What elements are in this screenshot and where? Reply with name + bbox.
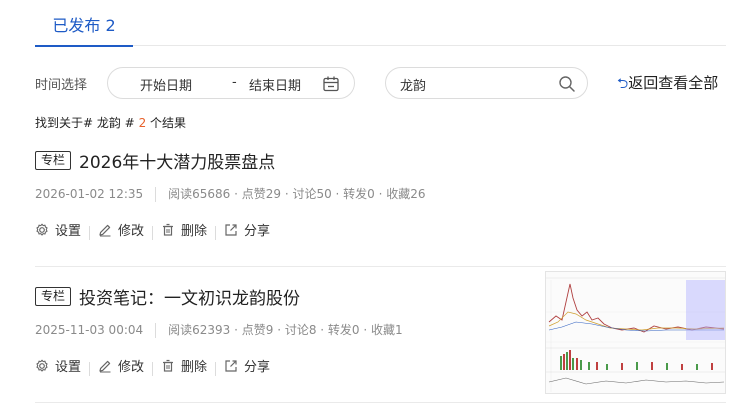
search-input[interactable]: 龙韵 [385, 67, 588, 99]
edit-button[interactable]: 修改 [98, 356, 144, 375]
result-summary: 找到关于# 龙韵 # 2 个结果 [35, 114, 186, 131]
time-filter-label: 时间选择 [35, 78, 88, 93]
delete-button[interactable]: 删除 [161, 356, 207, 375]
search-query[interactable]: 龙韵 [400, 75, 426, 94]
tab-active-indicator [35, 45, 133, 47]
trash-icon [163, 359, 174, 372]
return-arrow-icon: ⮌ [617, 76, 629, 92]
list-bottom-divider [35, 402, 726, 403]
result-summary-prefix: 找到关于# 龙韵 # [35, 116, 135, 130]
trash-icon [163, 223, 174, 236]
delete-label: 删除 [181, 224, 208, 239]
delete-button[interactable]: 删除 [161, 220, 207, 239]
meta-divider [155, 323, 157, 338]
date-range-picker[interactable]: 开始日期 - 结束日期 [107, 67, 355, 99]
post-date: 2025-11-03 00:04 [35, 323, 144, 337]
edit-button[interactable]: 修改 [98, 220, 144, 239]
share-label: 分享 [244, 224, 271, 239]
gear-icon [36, 359, 48, 372]
post-meta: 2025-11-03 00:04 阅读62393 · 点赞9 · 讨论8 · 转发… [35, 321, 403, 338]
action-divider [89, 226, 91, 240]
gear-icon [36, 223, 48, 236]
column-tag: 专栏 [35, 287, 72, 306]
post-divider [35, 266, 726, 267]
action-divider [215, 226, 217, 240]
share-button[interactable]: 分享 [224, 220, 270, 239]
post-actions: 设置 修改 删除 分享 [35, 220, 270, 241]
end-date-field[interactable]: 结束日期 [249, 75, 301, 94]
pencil-icon [99, 360, 111, 372]
edit-label: 修改 [118, 360, 145, 375]
post-meta: 2026-01-02 12:35 阅读65686 · 点赞29 · 讨论50 · … [35, 185, 426, 202]
back-to-all-link[interactable]: ⮌返回查看全部 [617, 72, 718, 97]
post-item: 专栏 2026年十大潜力股票盘点 2026-01-02 12:35 阅读65686 … [35, 148, 726, 258]
settings-label: 设置 [55, 224, 82, 239]
share-button[interactable]: 分享 [224, 356, 270, 375]
action-divider [89, 362, 91, 376]
result-summary-suffix: 个结果 [150, 116, 187, 130]
action-divider [215, 362, 217, 376]
delete-label: 删除 [181, 360, 208, 375]
share-label: 分享 [244, 360, 271, 375]
meta-divider [155, 187, 157, 202]
post-title-row: 专栏 投资笔记：一文初识龙韵股份 [35, 284, 300, 309]
action-divider [152, 362, 154, 376]
post-thumbnail[interactable] [545, 271, 726, 394]
action-divider [152, 226, 154, 240]
date-separator: - [232, 75, 237, 90]
column-tag: 专栏 [35, 151, 72, 170]
post-title[interactable]: 2026年十大潜力股票盘点 [79, 153, 275, 173]
tab-bar: 已发布 2 [35, 0, 726, 47]
post-date: 2026-01-02 12:35 [35, 187, 144, 201]
share-icon [225, 223, 237, 236]
tab-published-label: 已发布 2 [52, 16, 116, 35]
settings-button[interactable]: 设置 [35, 356, 81, 375]
search-icon[interactable] [558, 75, 576, 93]
calendar-icon[interactable] [322, 75, 340, 93]
post-title[interactable]: 投资笔记：一文初识龙韵股份 [79, 289, 300, 309]
back-to-all-label: 返回查看全部 [628, 74, 719, 92]
share-icon [225, 359, 237, 372]
post-actions: 设置 修改 删除 分享 [35, 356, 270, 377]
post-stats: 阅读62393 · 点赞9 · 讨论8 · 转发0 · 收藏1 [168, 323, 403, 337]
post-stats: 阅读65686 · 点赞29 · 讨论50 · 转发0 · 收藏26 [168, 187, 426, 201]
start-date-field[interactable]: 开始日期 [140, 75, 192, 94]
post-title-row: 专栏 2026年十大潜力股票盘点 [35, 148, 275, 173]
tab-published[interactable]: 已发布 2 [35, 0, 133, 47]
result-count: 2 [138, 116, 147, 130]
pencil-icon [99, 224, 111, 236]
settings-button[interactable]: 设置 [35, 220, 81, 239]
settings-label: 设置 [55, 360, 82, 375]
edit-label: 修改 [118, 224, 145, 239]
stock-chart-thumbnail-image [546, 272, 725, 393]
